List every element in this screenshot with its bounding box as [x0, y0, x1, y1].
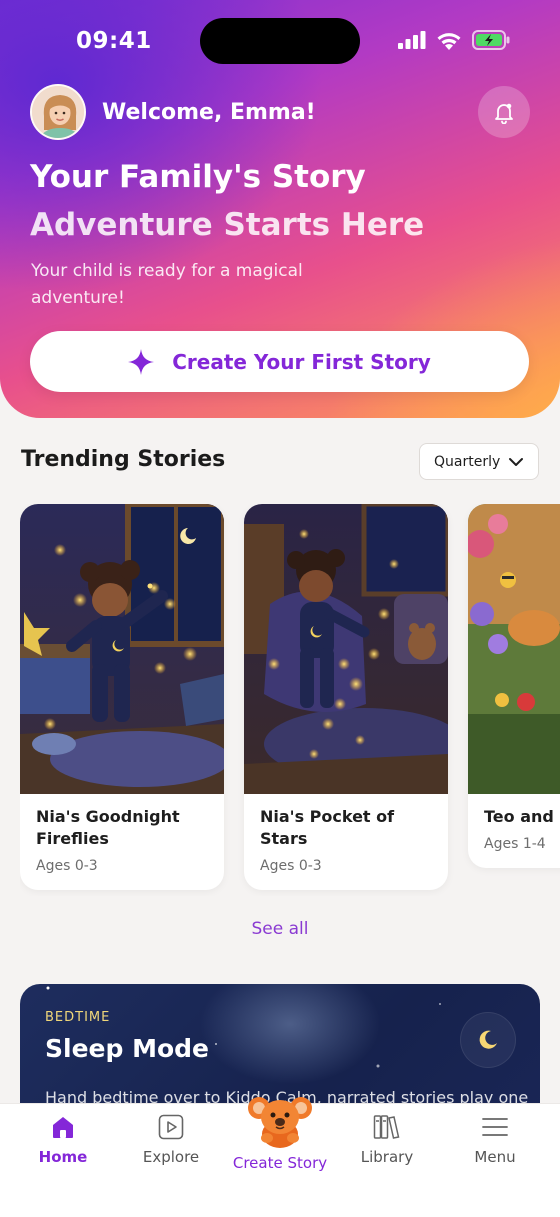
story-card[interactable]: Nia's Pocket of Stars Ages 0-3: [244, 504, 448, 890]
story-title: Teo and Bumble: [484, 807, 560, 826]
status-time: 09:41: [76, 28, 152, 54]
signal-icon: [398, 31, 426, 49]
welcome-row: Welcome, Emma!: [30, 84, 316, 140]
story-ages: Ages 1-4: [484, 836, 546, 852]
page-title: Your Family's Story Adventure Starts Her…: [30, 153, 424, 249]
status-icons: [398, 30, 510, 50]
period-dropdown[interactable]: Quarterly: [419, 443, 539, 480]
cta-label: Create Your First Story: [172, 349, 431, 374]
story-card[interactable]: Teo and Bumble Ages 1-4: [468, 504, 560, 868]
nav-explore[interactable]: Explore: [121, 1114, 221, 1166]
story-carousel[interactable]: Nia's Goodnight Fireflies Ages 0-3 Nia's…: [20, 504, 560, 896]
dropdown-value: Quarterly: [434, 453, 501, 470]
home-icon: [53, 1117, 73, 1138]
story-ages: Ages 0-3: [260, 858, 322, 874]
nav-label: Menu: [474, 1148, 516, 1166]
story-title: Nia's Goodnight Fireflies: [36, 807, 180, 848]
story-cover-image: [20, 504, 224, 794]
battery-icon: [472, 30, 510, 50]
see-all-link[interactable]: See all: [0, 919, 560, 939]
title-line-2: Adventure Starts Here: [30, 207, 425, 243]
nav-home[interactable]: Home: [13, 1114, 113, 1166]
sparkle-icon: [128, 348, 155, 375]
menu-icon: [482, 1118, 508, 1136]
hero-header: 09:41 Welcome, Emma! Your Family's Story…: [0, 0, 560, 418]
koala-mascot: [248, 1097, 312, 1148]
story-card[interactable]: Nia's Goodnight Fireflies Ages 0-3: [20, 504, 224, 890]
create-first-story-button[interactable]: Create Your First Story: [30, 331, 529, 392]
welcome-text: Welcome, Emma!: [102, 99, 316, 125]
nav-library[interactable]: Library: [337, 1114, 437, 1166]
play-icon: [158, 1114, 184, 1140]
notifications-button[interactable]: [478, 86, 530, 138]
chevron-down-icon: [509, 457, 523, 466]
nav-label: Explore: [142, 1148, 200, 1166]
story-cover-image: [468, 504, 560, 794]
trending-title: Trending Stories: [21, 447, 226, 472]
hero-subtitle: Your child is ready for a magical advent…: [31, 261, 303, 308]
sleep-tag: BEDTIME: [45, 1010, 111, 1025]
story-title: Nia's Pocket of Stars: [260, 807, 395, 848]
title-line-1: Your Family's Story: [30, 159, 366, 195]
nav-label: Library: [360, 1148, 414, 1166]
avatar[interactable]: [30, 84, 86, 140]
nav-label: Home: [38, 1148, 88, 1166]
nav-create-story[interactable]: Create Story: [225, 1092, 335, 1172]
bell-icon: [495, 103, 513, 124]
sleep-title: Sleep Mode: [45, 1034, 209, 1063]
wifi-icon: [437, 32, 461, 50]
bottom-nav: Home Explore Create Story Library Menu: [0, 1097, 560, 1217]
moon-icon: [479, 1030, 497, 1049]
story-cover-image: [244, 504, 448, 794]
nav-label: Create Story: [232, 1154, 328, 1172]
status-bar: 09:41: [0, 0, 560, 84]
books-icon: [373, 1115, 400, 1139]
dynamic-island: [200, 18, 360, 64]
story-ages: Ages 0-3: [36, 858, 98, 874]
nav-menu[interactable]: Menu: [445, 1114, 545, 1166]
sleep-mode-button[interactable]: [460, 1012, 516, 1068]
